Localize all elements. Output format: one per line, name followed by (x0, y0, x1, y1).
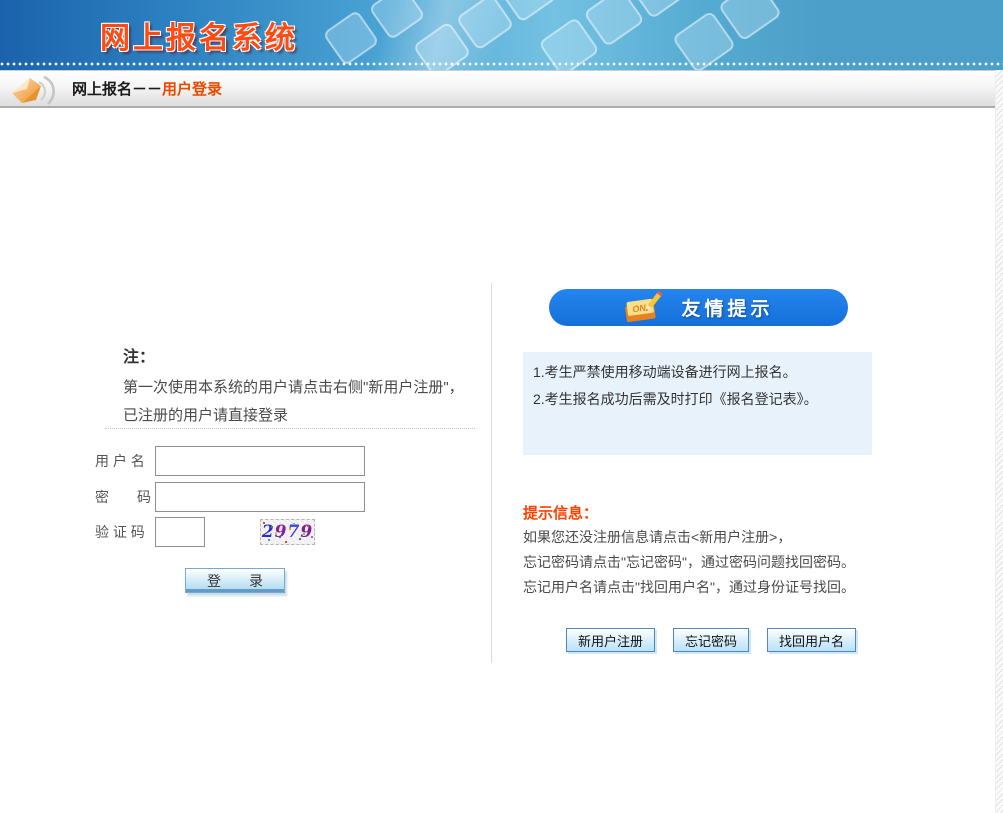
login-note: 注： 第一次使用本系统的用户请点击右侧"新用户注册"， 已注册的用户请直接登录 (123, 343, 483, 430)
captcha-image[interactable]: 2979 (260, 519, 315, 545)
paper-plane-icon (8, 73, 64, 107)
column-divider (491, 283, 492, 663)
header-banner: 网上报名系统 (0, 0, 1003, 70)
notice-box: 1.考生严禁使用移动端设备进行网上报名。 2.考生报名成功后需及时打印《报名登记… (523, 352, 872, 455)
banner-title: 友情提示 (681, 294, 773, 321)
captcha-digit: 9 (300, 522, 313, 542)
note-title: 注： (123, 343, 483, 367)
notice-line: 2.考生报名成功后需及时打印《报名登记表》。 (533, 386, 862, 413)
page: 网上报名系统 网上报名－－ 用户登录 注： 第一次使用本系统 (0, 0, 1003, 813)
dotted-divider (0, 62, 1003, 66)
username-label: 用 户 名 (95, 451, 153, 471)
notice-line: 1.考生严禁使用移动端设备进行网上报名。 (533, 359, 862, 386)
info-line: 忘记用户名请点击"找回用户名"，通过身份证号找回。 (523, 575, 903, 600)
forgot-password-button[interactable]: 忘记密码 (673, 628, 749, 652)
username-row: 用 户 名 (95, 446, 365, 476)
friendly-tips-banner: ON 友情提示 (549, 289, 848, 326)
info-lines: 如果您还没注册信息请点击<新用户注册>， 忘记密码请点击"忘记密码"，通过密码问… (523, 525, 903, 600)
captcha-row: 验 证 码 (95, 517, 205, 547)
notepad-pencil-icon: ON (623, 289, 667, 325)
username-input[interactable] (155, 446, 365, 476)
recover-username-button[interactable]: 找回用户名 (767, 628, 856, 652)
captcha-digit: 2 (262, 522, 275, 542)
account-actions: 新用户注册 忘记密码 找回用户名 (566, 628, 856, 652)
breadcrumb-section: 网上报名－－ (72, 78, 162, 99)
register-button[interactable]: 新用户注册 (566, 628, 655, 652)
breadcrumb-bar: 网上报名－－ 用户登录 (0, 70, 995, 108)
info-line: 忘记密码请点击"忘记密码"，通过密码问题找回密码。 (523, 550, 903, 575)
notepad-on-text: ON (632, 302, 647, 314)
info-line: 如果您还没注册信息请点击<新用户注册>， (523, 525, 903, 550)
breadcrumb-current: 用户登录 (162, 78, 222, 99)
password-input[interactable] (155, 482, 365, 512)
captcha-input[interactable] (155, 517, 205, 547)
site-title: 网上报名系统 (100, 13, 298, 57)
captcha-digit: 7 (288, 522, 301, 542)
note-line: 第一次使用本系统的用户请点击右侧"新用户注册"， (123, 374, 483, 402)
captcha-label: 验 证 码 (95, 522, 153, 542)
note-line: 已注册的用户请直接登录 (123, 402, 483, 430)
right-edge-pattern (995, 70, 1003, 813)
password-label: 密 码 (95, 487, 153, 507)
dotted-separator (105, 428, 475, 429)
password-row: 密 码 (95, 482, 365, 512)
captcha-digit: 9 (275, 522, 288, 542)
login-button[interactable]: 登 录 (185, 568, 285, 593)
info-title: 提示信息： (523, 502, 598, 523)
